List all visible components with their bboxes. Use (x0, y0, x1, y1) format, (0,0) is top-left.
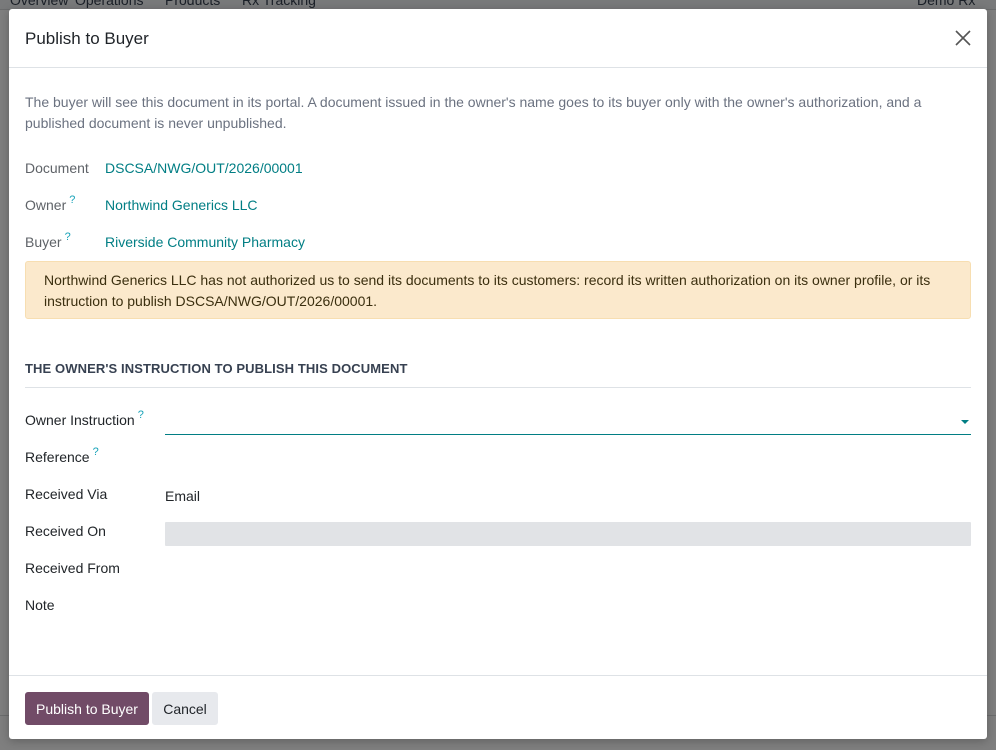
buyer-link[interactable]: Riverside Community Pharmacy (105, 234, 305, 250)
document-link[interactable]: DSCSA/NWG/OUT/2026/00001 (105, 160, 303, 176)
close-button[interactable] (951, 26, 975, 50)
owner-instruction-label-wrap: Owner Instruction? (25, 409, 144, 428)
document-label: Document (25, 160, 89, 176)
owner-label: Owner (25, 197, 67, 213)
received-from-label: Received From (25, 560, 120, 576)
reference-label-wrap: Reference? (25, 446, 99, 465)
dialog-footer: Publish to Buyer Cancel (9, 675, 987, 739)
cancel-button[interactable]: Cancel (152, 692, 218, 725)
dialog-title: Publish to Buyer (25, 29, 149, 48)
dialog-header: Publish to Buyer (9, 9, 987, 68)
received-via-label: Received Via (25, 486, 108, 502)
owner-label-wrap: Owner? (25, 194, 75, 213)
received-via-value: Email (165, 488, 201, 504)
owner-instruction-select[interactable] (165, 405, 971, 435)
reference-label: Reference (25, 449, 90, 465)
buyer-label-wrap: Buyer? (25, 231, 71, 250)
received-on-label: Received On (25, 523, 106, 539)
publish-dialog: Publish to Buyer The buyer will see this… (9, 9, 987, 739)
owner-instruction-label: Owner Instruction (25, 412, 135, 428)
section-title: THE OWNER'S INSTRUCTION TO PUBLISH THIS … (25, 361, 971, 388)
reference-help-icon[interactable]: ? (93, 446, 99, 458)
authorization-warning: Northwind Generics LLC has not authorize… (25, 261, 971, 319)
note-label: Note (25, 597, 55, 613)
owner-instruction-help-icon[interactable]: ? (138, 409, 144, 421)
close-icon (955, 30, 971, 46)
dropdown-caret-icon (961, 420, 969, 424)
publish-to-buyer-button[interactable]: Publish to Buyer (25, 692, 149, 725)
owner-help-icon[interactable]: ? (69, 194, 75, 206)
received-on-field[interactable] (165, 522, 971, 546)
buyer-label: Buyer (25, 234, 62, 250)
dialog-body: The buyer will see this document in its … (25, 68, 971, 675)
owner-link[interactable]: Northwind Generics LLC (105, 197, 258, 213)
buyer-help-icon[interactable]: ? (65, 231, 71, 243)
intro-text: The buyer will see this document in its … (25, 94, 922, 131)
